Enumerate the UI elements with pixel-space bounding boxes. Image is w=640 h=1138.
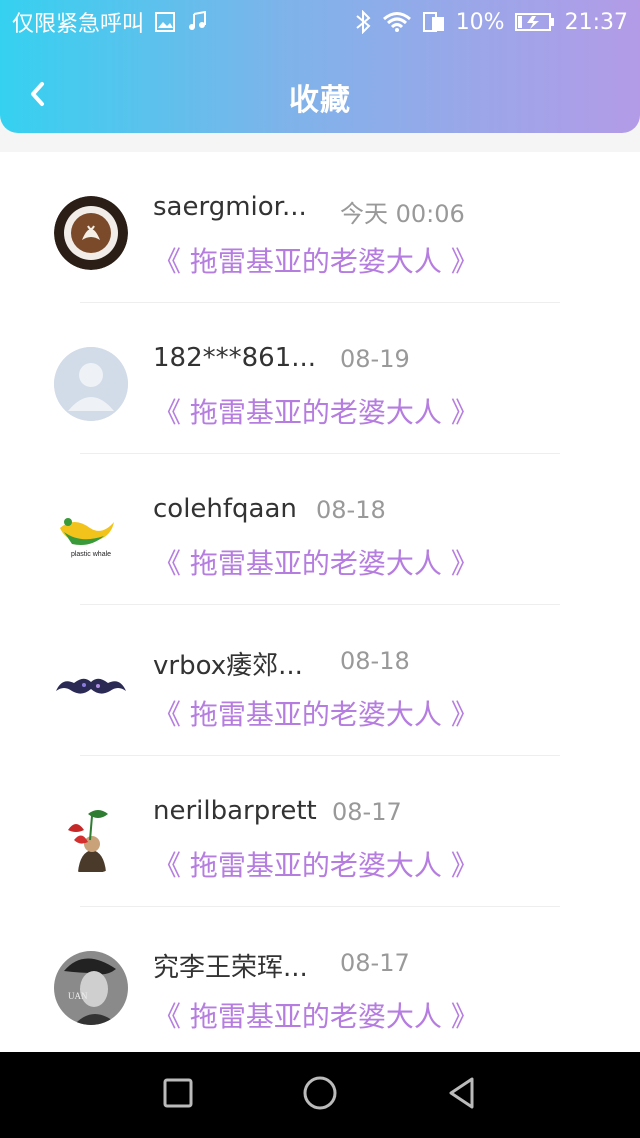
list-item[interactable]: UAN 究李王荣珲... 08-17 《 拖雷基亚的老婆大人 》 (0, 907, 640, 1058)
user-name: 究李王荣珲... (153, 953, 308, 983)
bluetooth-icon (354, 10, 372, 34)
battery-charging-icon (514, 11, 555, 33)
timestamp: 08-18 (316, 496, 386, 524)
navigation-bar (0, 1052, 640, 1138)
timestamp: 08-18 (340, 647, 410, 675)
chevron-left-icon (27, 80, 47, 112)
carrier-text: 仅限紧急呼叫 (12, 12, 145, 37)
wifi-icon (382, 11, 412, 33)
timestamp: 08-17 (332, 798, 402, 826)
svg-text:UAN: UAN (68, 991, 88, 1001)
user-name: vrbox痿郊... (153, 651, 303, 681)
user-name: nerilbarprett (153, 796, 317, 826)
favorites-list: saergmior... 今天 00:06 《 拖雷基亚的老婆大人 》 182*… (0, 152, 640, 1052)
triangle-back-icon (446, 1076, 478, 1114)
book-title[interactable]: 《 拖雷基亚的老婆大人 》 (153, 844, 479, 884)
list-item[interactable]: plastic whale colehfqaan 08-18 《 拖雷基亚的老婆… (0, 454, 640, 605)
book-title[interactable]: 《 拖雷基亚的老婆大人 》 (153, 391, 479, 431)
list-item[interactable]: 182***861... 08-19 《 拖雷基亚的老婆大人 》 (0, 303, 640, 454)
book-title[interactable]: 《 拖雷基亚的老婆大人 》 (153, 995, 479, 1035)
status-bar: 仅限紧急呼叫 10% 21:37 (0, 0, 640, 44)
default-user-avatar-icon (54, 347, 128, 421)
list-item[interactable]: vrbox痿郊... 08-18 《 拖雷基亚的老婆大人 》 (0, 605, 640, 756)
music-icon (186, 11, 208, 33)
system-back-button[interactable] (439, 1072, 485, 1118)
home-button[interactable] (297, 1072, 343, 1118)
mustache-avatar-icon (54, 649, 128, 723)
svg-text:plastic whale: plastic whale (71, 551, 111, 558)
user-name: saergmior... (153, 192, 307, 222)
timestamp: 今天 00:06 (340, 200, 465, 228)
clock: 21:37 (564, 9, 628, 35)
user-name: colehfqaan (153, 494, 297, 524)
circle-icon (302, 1075, 338, 1115)
sim-card-icon (422, 11, 446, 33)
coffee-avatar-icon (54, 196, 128, 270)
book-title[interactable]: 《 拖雷基亚的老婆大人 》 (153, 542, 479, 582)
list-item[interactable]: saergmior... 今天 00:06 《 拖雷基亚的老婆大人 》 (0, 152, 640, 303)
back-button[interactable] (22, 76, 52, 116)
portrait-avatar-icon: UAN (54, 951, 128, 1025)
user-name: 182***861... (153, 343, 317, 373)
timestamp: 08-19 (340, 345, 410, 373)
battery-percent: 10% (455, 9, 505, 35)
header: 仅限紧急呼叫 10% 21:37 收藏 (0, 0, 640, 133)
list-item[interactable]: nerilbarprett 08-17 《 拖雷基亚的老婆大人 》 (0, 756, 640, 907)
flower-figure-avatar-icon (54, 800, 128, 874)
square-icon (162, 1077, 194, 1113)
book-title[interactable]: 《 拖雷基亚的老婆大人 》 (153, 240, 479, 280)
recent-apps-button[interactable] (155, 1072, 201, 1118)
plastic-whale-logo-icon: plastic whale (54, 498, 128, 572)
timestamp: 08-17 (340, 949, 410, 977)
page-title: 收藏 (289, 83, 351, 118)
gallery-icon (154, 11, 176, 33)
book-title[interactable]: 《 拖雷基亚的老婆大人 》 (153, 693, 479, 733)
